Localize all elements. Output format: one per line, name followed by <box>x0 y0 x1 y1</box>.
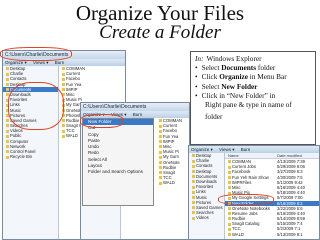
folder-icon <box>228 233 231 237</box>
folder-icon <box>228 207 231 211</box>
toolbar: Organize ▾ Views ▾ Burn <box>189 146 319 153</box>
step-4: Click in “New Folder” in <box>195 91 311 100</box>
step-2: Click Organize in Menu Bar <box>195 72 311 81</box>
highlight-documents <box>8 82 64 130</box>
folder-icon <box>6 67 9 71</box>
folder-icon <box>192 211 195 215</box>
folder-icon <box>192 164 195 168</box>
folder-icon <box>192 185 195 189</box>
folder-icon <box>228 175 231 179</box>
folder-icon <box>6 82 9 86</box>
folder-icon <box>228 165 231 169</box>
file-list: COMMAN Current Facebo Fun Yea IMPIP Misc Music… <box>156 118 189 239</box>
step-3: Select New Folder <box>195 82 311 91</box>
highlight-address <box>0 47 72 61</box>
folder-icon <box>62 72 65 76</box>
address-bar[interactable]: C:\Users\Charlie\Documents <box>81 103 189 111</box>
folder-icon <box>6 134 9 138</box>
folder-icon <box>228 212 231 216</box>
folder-icon <box>192 154 195 158</box>
folder-icon <box>159 140 162 144</box>
folder-icon <box>228 227 231 231</box>
burn-button[interactable]: Burn <box>133 112 143 117</box>
folder-icon <box>159 119 162 123</box>
highlight-new-folder-row <box>218 194 274 205</box>
folder-icon <box>62 88 65 92</box>
step-4-continued: Right pane & type in name of <box>205 100 292 110</box>
folder-icon <box>192 195 195 199</box>
tree-item[interactable]: Videos <box>189 215 224 220</box>
folder-icon <box>192 201 195 205</box>
menu-item[interactable]: Folder and Search Options <box>83 169 153 175</box>
step-4-continued-2: folder <box>205 112 223 122</box>
folder-icon <box>62 119 65 123</box>
folder-icon <box>6 72 9 76</box>
folder-icon <box>159 145 162 149</box>
folder-icon <box>192 175 195 179</box>
folder-icon <box>159 160 162 164</box>
folder-icon <box>62 134 65 138</box>
page-subtitle: Create a Folder <box>99 22 221 43</box>
step-1: Select Documents folder <box>195 63 311 72</box>
folder-icon <box>159 176 162 180</box>
folder-icon <box>228 181 231 185</box>
folder-icon <box>6 119 9 123</box>
burn-button[interactable]: Burn <box>241 147 251 152</box>
folder-icon <box>192 180 195 184</box>
highlight-new-folder <box>80 114 124 128</box>
burn-button[interactable]: Burn <box>55 60 65 65</box>
folder-icon <box>192 159 195 163</box>
folder-icon <box>6 150 9 154</box>
instructions-heading: In: Windows Explorer <box>195 54 262 63</box>
folder-icon <box>62 82 65 86</box>
organize-menu: New Folder Cut Copy Paste Undo Redo Select All… <box>82 118 154 206</box>
file-item[interactable]: WALD 5/13/2009 8:1 <box>225 232 319 237</box>
folder-icon <box>62 77 65 81</box>
folder-icon <box>228 170 231 174</box>
folder-icon <box>6 88 9 92</box>
folder-icon <box>159 155 162 159</box>
file-item[interactable]: WALD <box>156 180 189 185</box>
folder-icon <box>159 181 162 185</box>
folder-icon <box>192 190 195 194</box>
folder-icon <box>192 169 195 173</box>
views-button[interactable]: Views ▾ <box>219 147 234 152</box>
folder-icon <box>159 124 162 128</box>
folder-icon <box>228 186 231 190</box>
folder-icon <box>159 129 162 133</box>
folder-icon <box>192 206 195 210</box>
folder-icon <box>6 77 9 81</box>
folder-icon <box>159 134 162 138</box>
folder-icon <box>6 155 9 159</box>
organize-button[interactable]: Organize ▾ <box>191 147 213 152</box>
column-date[interactable]: Date modified <box>277 153 302 158</box>
explorer-window-new-folder: Organize ▾ Views ▾ Burn Desktop Charlie Co… <box>188 145 320 240</box>
folder-icon <box>228 160 231 164</box>
folder-icon <box>159 166 162 170</box>
folder-icon <box>62 129 65 133</box>
folder-icon <box>6 124 9 128</box>
folder-icon <box>159 171 162 175</box>
folder-icon <box>6 129 9 133</box>
folder-icon <box>62 124 65 128</box>
tree-item[interactable]: Recycle Bin <box>3 154 58 159</box>
folder-icon <box>192 216 195 220</box>
folder-icon <box>62 67 65 71</box>
folder-icon <box>6 140 9 144</box>
folder-icon <box>228 222 231 226</box>
instructions-box: In:Windows Explorer Select Documents fol… <box>190 51 316 145</box>
folder-icon <box>228 217 231 221</box>
folder-icon <box>6 145 9 149</box>
folder-icon <box>159 150 162 154</box>
